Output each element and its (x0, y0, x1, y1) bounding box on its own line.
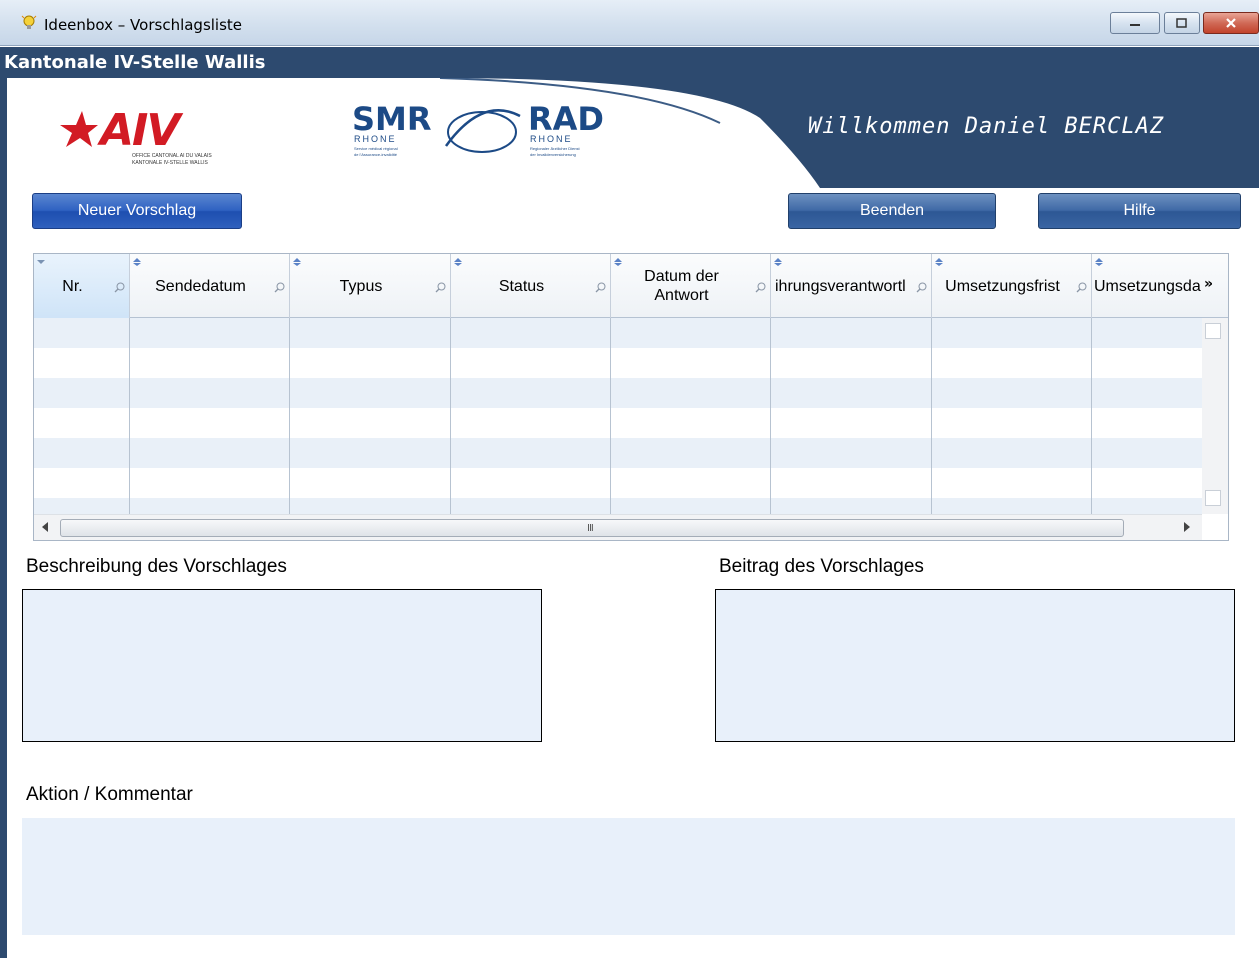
column-header-umsetzungsfrist[interactable]: Umsetzungsfrist (932, 254, 1092, 318)
proposal-grid[interactable]: Nr. Sendedatum Typus Status Datum der An… (33, 253, 1229, 541)
contribution-textarea[interactable] (715, 589, 1235, 742)
globe-swoosh-icon (444, 109, 521, 153)
filter-icon[interactable] (1076, 282, 1087, 293)
column-header-label: Sendedatum (155, 277, 246, 295)
horizontal-scroll-thumb[interactable]: III (60, 519, 1124, 537)
column-divider (450, 318, 451, 514)
exit-button[interactable]: Beenden (788, 193, 996, 229)
rad-logo-line1: Regionaler Ärztlicher Dienst (530, 146, 580, 151)
smr-logo-mark: SMR (352, 100, 432, 138)
column-divider (129, 318, 130, 514)
aiv-logo-mark: AIV (100, 105, 180, 156)
window-left-border (0, 78, 7, 958)
vertical-scrollbar[interactable] (1202, 318, 1228, 514)
rad-logo-line2: der Invalidenversicherung (530, 152, 576, 157)
welcome-message: Willkommen Daniel BERCLAZ (808, 114, 1165, 139)
column-divider (610, 318, 611, 514)
aiv-logo: AIV OFFICE CANTONAL AI DU VALAIS KANTONA… (60, 105, 260, 175)
more-columns-button[interactable]: » (1204, 276, 1213, 292)
column-divider (931, 318, 932, 514)
table-row[interactable] (34, 468, 1202, 498)
column-header-label: Typus (339, 277, 383, 295)
aiv-logo-line2: KANTONALE IV-STELLE WALLIS (132, 160, 208, 166)
organization-band: Kantonale IV-Stelle Wallis (0, 47, 1259, 78)
contribution-label: Beitrag des Vorschlages (719, 556, 924, 577)
scroll-down-button[interactable] (1205, 490, 1221, 506)
column-header-typus[interactable]: Typus (290, 254, 451, 318)
organization-name: Kantonale IV-Stelle Wallis (4, 52, 266, 73)
column-header-datum-der-antwort[interactable]: Datum der Antwort (611, 254, 771, 318)
table-row[interactable] (34, 318, 1202, 348)
grid-header: Nr. Sendedatum Typus Status Datum der An… (34, 254, 1228, 318)
column-divider (1091, 318, 1092, 514)
description-label: Beschreibung des Vorschlages (26, 556, 287, 577)
filter-icon[interactable] (274, 282, 285, 293)
minimize-icon (1130, 24, 1140, 26)
filter-icon[interactable] (755, 282, 766, 293)
column-header-label: ihrungsverantwortl (775, 277, 906, 295)
column-header-nr[interactable]: Nr. (34, 254, 130, 318)
smr-rhone-label: RHONE (354, 134, 397, 144)
smr-logo-line1: Service médical régional (354, 146, 398, 151)
column-header-sendedatum[interactable]: Sendedatum (130, 254, 290, 318)
scroll-left-arrow-icon[interactable] (42, 522, 48, 532)
column-header-label: Datum der Antwort (644, 268, 719, 304)
filter-icon[interactable] (916, 282, 927, 293)
window-title: Ideenbox – Vorschlagsliste (44, 16, 243, 34)
column-divider (289, 318, 290, 514)
filter-icon[interactable] (595, 282, 606, 293)
column-header-umsetzungsdatum[interactable]: Umsetzungsda (1092, 254, 1202, 318)
column-header-label: Status (498, 277, 545, 295)
lightbulb-icon (21, 15, 37, 29)
table-row[interactable] (34, 378, 1202, 408)
table-row[interactable] (34, 348, 1202, 378)
description-textarea[interactable] (22, 589, 542, 742)
help-button[interactable]: Hilfe (1038, 193, 1241, 229)
action-comment-label: Aktion / Kommentar (26, 784, 193, 805)
aiv-star-icon (60, 111, 98, 147)
column-header-status[interactable]: Status (451, 254, 611, 318)
new-proposal-button[interactable]: Neuer Vorschlag (32, 193, 242, 229)
action-comment-textarea[interactable] (22, 818, 1235, 935)
filter-icon[interactable] (114, 282, 125, 293)
scroll-right-arrow-icon[interactable] (1184, 522, 1190, 532)
maximize-button[interactable] (1164, 12, 1200, 34)
smr-logo-line2: de l'Assurance-invalidité (354, 152, 398, 157)
column-header-label: Umsetzungsda (1094, 277, 1201, 295)
rad-rhone-label: RHONE (530, 134, 573, 144)
table-row[interactable] (34, 408, 1202, 438)
minimize-button[interactable] (1110, 12, 1160, 34)
filter-icon[interactable] (435, 282, 446, 293)
close-icon (1226, 18, 1236, 28)
table-row[interactable] (34, 438, 1202, 468)
smr-rad-logo: SMR RHONE Service médical régional de l'… (350, 100, 640, 175)
aiv-logo-line1: OFFICE CANTONAL AI DU VALAIS (132, 153, 212, 159)
scroll-grip: III (587, 523, 594, 534)
maximize-icon (1176, 18, 1187, 28)
horizontal-scrollbar[interactable]: III (34, 514, 1202, 540)
window-titlebar: Ideenbox – Vorschlagsliste (0, 0, 1259, 46)
column-divider (770, 318, 771, 514)
close-button[interactable] (1203, 12, 1259, 34)
table-row[interactable] (34, 498, 1202, 514)
column-header-fuehrungsverantwortlicher[interactable]: ihrungsverantwortl (771, 254, 932, 318)
rad-logo-mark: RAD (528, 100, 604, 138)
scroll-up-button[interactable] (1205, 323, 1221, 339)
column-header-label: Nr. (62, 277, 83, 295)
column-header-label: Umsetzungsfrist (945, 277, 1060, 295)
